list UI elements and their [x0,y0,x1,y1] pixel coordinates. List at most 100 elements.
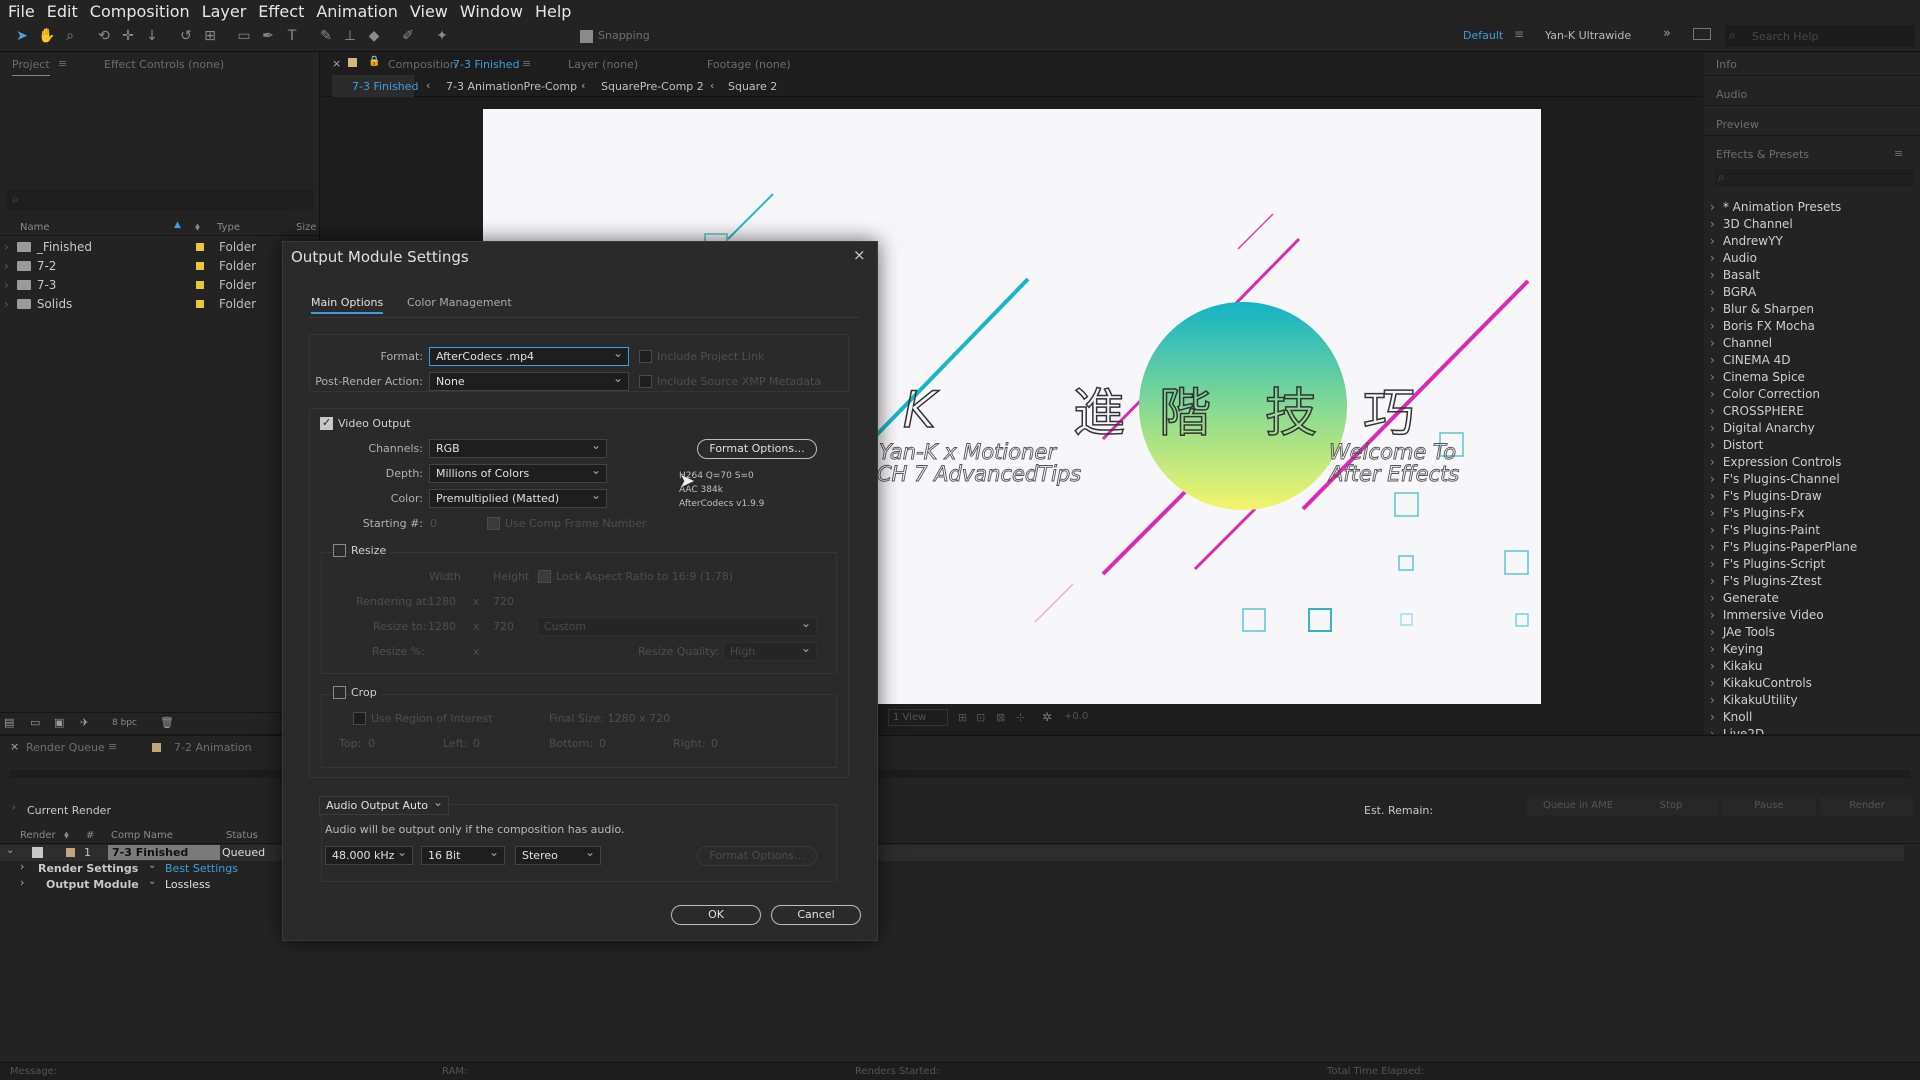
menu-window[interactable]: Window [460,2,523,21]
menu-effect[interactable]: Effect [258,2,304,21]
effects-category[interactable]: F's Plugins-Channel [1710,471,1840,488]
effects-category[interactable]: F's Plugins-PaperPlane [1710,539,1857,556]
close-icon[interactable]: × [332,57,341,70]
channels-audio-dropdown[interactable]: Stereo [515,844,601,865]
rq-menu-icon[interactable]: ≡ [108,740,117,753]
effects-category[interactable]: Basalt [1710,267,1760,284]
cancel-button[interactable]: Cancel [771,905,861,925]
tab-footage[interactable]: Footage (none) [707,58,791,71]
effects-category[interactable]: 3D Channel [1710,216,1793,233]
col-name[interactable]: Name [20,222,50,233]
menu-layer[interactable]: Layer [202,2,247,21]
panel-preview[interactable]: Preview [1716,118,1759,131]
pen-tool-icon[interactable]: ✒ [260,28,276,44]
bpc-label[interactable]: 8 bpc [112,718,137,728]
orbit-tool-icon[interactable]: ⟲ [96,28,112,44]
tab-7-2-animation[interactable]: 7-2 Animation [174,741,252,754]
col-status[interactable]: Status [226,830,258,841]
crop-top-value[interactable]: 0 [368,737,375,750]
breadcrumb-item[interactable]: 7-3 Finished [352,80,419,93]
gear-icon[interactable]: ✲ [1042,710,1052,724]
stop-button[interactable]: Stop [1624,797,1718,815]
project-item[interactable]: › 7-3 [4,276,56,294]
effects-category[interactable]: Cinema Spice [1710,369,1805,386]
audio-output-dropdown[interactable]: Audio Output Auto [319,794,449,815]
effects-category[interactable]: Channel [1710,335,1772,352]
resize-checkbox[interactable] [333,544,346,557]
tab-project[interactable]: Project [12,58,50,76]
format-options-button[interactable]: Format Options... [697,439,817,459]
effects-category[interactable]: Color Correction [1710,386,1820,403]
tab-render-queue[interactable]: Render Queue [26,741,105,754]
starting-value[interactable]: 0 [430,517,437,530]
sample-rate-dropdown[interactable]: 48.000 kHz [325,844,413,865]
breadcrumb-item[interactable]: Square 2 [728,80,777,93]
tab-main-options[interactable]: Main Options [311,296,384,314]
effects-category[interactable]: F's Plugins-Paint [1710,522,1820,539]
effects-category[interactable]: F's Plugins-Draw [1710,488,1822,505]
expand-icon[interactable]: › [20,876,24,889]
effects-category[interactable]: JAe Tools [1710,624,1775,641]
render-settings-value[interactable]: Best Settings [165,862,238,875]
dolly-tool-icon[interactable]: ↓ [144,28,160,44]
exposure-value[interactable]: +0.0 [1064,711,1088,722]
effects-category[interactable]: * Animation Presets [1710,199,1841,216]
view-dropdown[interactable]: 1 View [888,709,948,726]
breadcrumb-item[interactable]: SquarePre-Comp 2 [601,80,704,93]
lock-aspect-checkbox[interactable] [538,570,551,583]
tab-color-management[interactable]: Color Management [407,296,512,309]
effects-category[interactable]: Immersive Video [1710,607,1824,624]
col-render[interactable]: Render [20,830,56,841]
rotate-tool-icon[interactable]: ↺ [178,28,194,44]
queue-in-ame-button[interactable]: Queue in AME [1526,797,1630,815]
effects-category[interactable]: CINEMA 4D [1710,352,1791,369]
effects-category[interactable]: Knoll [1710,709,1752,726]
project-item[interactable]: › 7-2 [4,257,56,275]
col-number[interactable]: # [86,830,94,841]
selection-tool-icon[interactable]: ➤ [14,28,30,44]
col-size[interactable]: Size [296,222,317,233]
crop-checkbox[interactable] [333,686,346,699]
brush-tool-icon[interactable]: ✎ [318,28,334,44]
chevron-down-icon[interactable]: ⌄ [148,860,156,871]
effects-category[interactable]: Live2D [1710,726,1764,734]
effects-category[interactable]: F's Plugins-Fx [1710,505,1805,522]
effects-category[interactable]: Boris FX Mocha [1710,318,1815,335]
panel-info[interactable]: Info [1716,58,1737,71]
resize-quality-dropdown[interactable]: High [723,640,817,661]
chevron-down-icon[interactable]: ⌄ [148,876,156,887]
effects-category[interactable]: CROSSPHERE [1710,403,1804,420]
effects-category[interactable]: Distort [1710,437,1764,454]
interpret-footage-icon[interactable]: ▤ [4,716,14,729]
expand-icon[interactable]: › [12,803,16,813]
chevron-down-icon[interactable]: ⌄ [6,845,14,856]
new-comp-icon[interactable]: ▣ [54,716,64,729]
post-render-dropdown[interactable]: None [429,370,629,391]
rq-comp-name[interactable]: 7-3 Finished [108,845,220,860]
panel-effects-presets[interactable]: Effects & Presets [1716,148,1809,161]
workspace-yank[interactable]: Yan-K Ultrawide [1545,29,1631,42]
project-item[interactable]: › _Finished [4,238,92,256]
clone-tool-icon[interactable]: ⊥ [342,28,358,44]
type-tool-icon[interactable]: T [284,28,300,44]
render-checkbox[interactable] [32,847,43,858]
col-type[interactable]: Type [217,222,240,233]
pause-button[interactable]: Pause [1722,797,1816,815]
anchor-tool-icon[interactable]: ⊞ [202,28,218,44]
rect-tool-icon[interactable]: ▭ [236,28,252,44]
workspace-menu-icon[interactable]: ≡ [1514,27,1524,41]
comp-menu-icon[interactable]: ≡ [522,57,531,70]
panel-icon[interactable] [1693,28,1711,40]
breadcrumb-item[interactable]: 7-3 AnimationPre-Comp [446,80,577,93]
effects-category[interactable]: F's Plugins-Script [1710,556,1825,573]
trash-icon[interactable]: 🗑 [160,716,174,729]
effects-menu-icon[interactable]: ≡ [1894,147,1903,160]
channels-dropdown[interactable]: RGB [429,437,607,458]
close-icon[interactable]: × [10,740,19,753]
menu-edit[interactable]: Edit [47,2,78,21]
tab-composition[interactable]: 7-3 Finished [453,58,520,71]
ok-button[interactable]: OK [671,905,761,925]
resize-height[interactable]: 720 [493,620,514,633]
effects-category[interactable]: KikakuUtility [1710,692,1798,709]
resize-preset-dropdown[interactable]: Custom [537,615,817,636]
